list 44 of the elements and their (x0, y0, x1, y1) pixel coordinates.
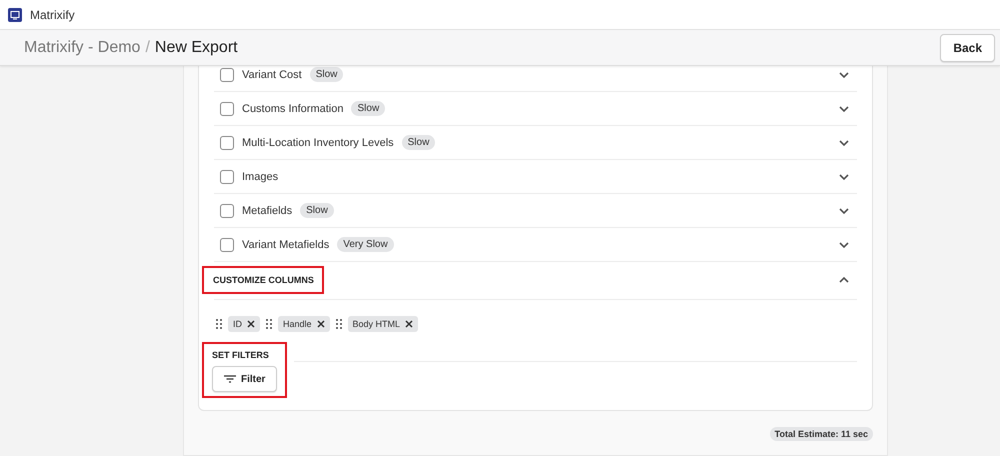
chevron-down-icon[interactable] (839, 140, 849, 146)
checkbox[interactable] (220, 68, 234, 82)
checkbox[interactable] (220, 238, 234, 252)
speed-badge: Slow (402, 135, 436, 150)
chevron-down-icon[interactable] (839, 242, 849, 248)
checkbox[interactable] (220, 204, 234, 218)
checkbox[interactable] (220, 102, 234, 116)
breadcrumb-separator: / (145, 38, 150, 56)
page-title: New Export (154, 38, 238, 56)
option-label: Variant Metafields (242, 238, 330, 250)
section-title: CUSTOMIZE COLUMNS (202, 266, 324, 294)
option-label: Metafields (242, 204, 292, 216)
total-estimate: Total Estimate: 11 sec (770, 427, 873, 441)
close-icon[interactable] (316, 320, 325, 328)
column-chip[interactable]: ID (228, 316, 260, 332)
option-label: Images (242, 170, 278, 182)
option-label: Multi-Location Inventory Levels (242, 136, 394, 148)
chevron-down-icon[interactable] (839, 72, 849, 78)
checkbox[interactable] (220, 170, 234, 184)
drag-handle-icon[interactable] (216, 319, 222, 329)
breadcrumb-link[interactable]: Matrixify - Demo (24, 38, 140, 56)
column-chip[interactable]: Body HTML (348, 316, 418, 332)
chevron-down-icon[interactable] (839, 208, 849, 214)
filter-button[interactable]: Filter (212, 366, 278, 392)
section-title: SET FILTERS (212, 350, 270, 360)
speed-badge: Very Slow (337, 237, 394, 252)
chevron-up-icon[interactable] (839, 276, 849, 282)
drag-handle-icon[interactable] (336, 319, 342, 329)
filter-icon (224, 375, 236, 383)
option-label: Customs Information (242, 102, 344, 114)
column-chip[interactable]: Handle (278, 316, 330, 332)
close-icon[interactable] (405, 320, 414, 328)
speed-badge: Slow (300, 203, 334, 218)
option-label: Variant Cost (242, 68, 302, 80)
app-name: Matrixify (30, 8, 75, 22)
app-logo-icon (8, 8, 22, 22)
back-button[interactable]: Back (940, 34, 995, 62)
close-icon[interactable] (247, 320, 255, 328)
drag-handle-icon[interactable] (266, 319, 272, 329)
speed-badge: Slow (351, 101, 386, 116)
checkbox[interactable] (220, 136, 234, 150)
speed-badge: Slow (310, 67, 344, 82)
chevron-down-icon[interactable] (839, 106, 849, 112)
chevron-down-icon[interactable] (839, 174, 849, 180)
